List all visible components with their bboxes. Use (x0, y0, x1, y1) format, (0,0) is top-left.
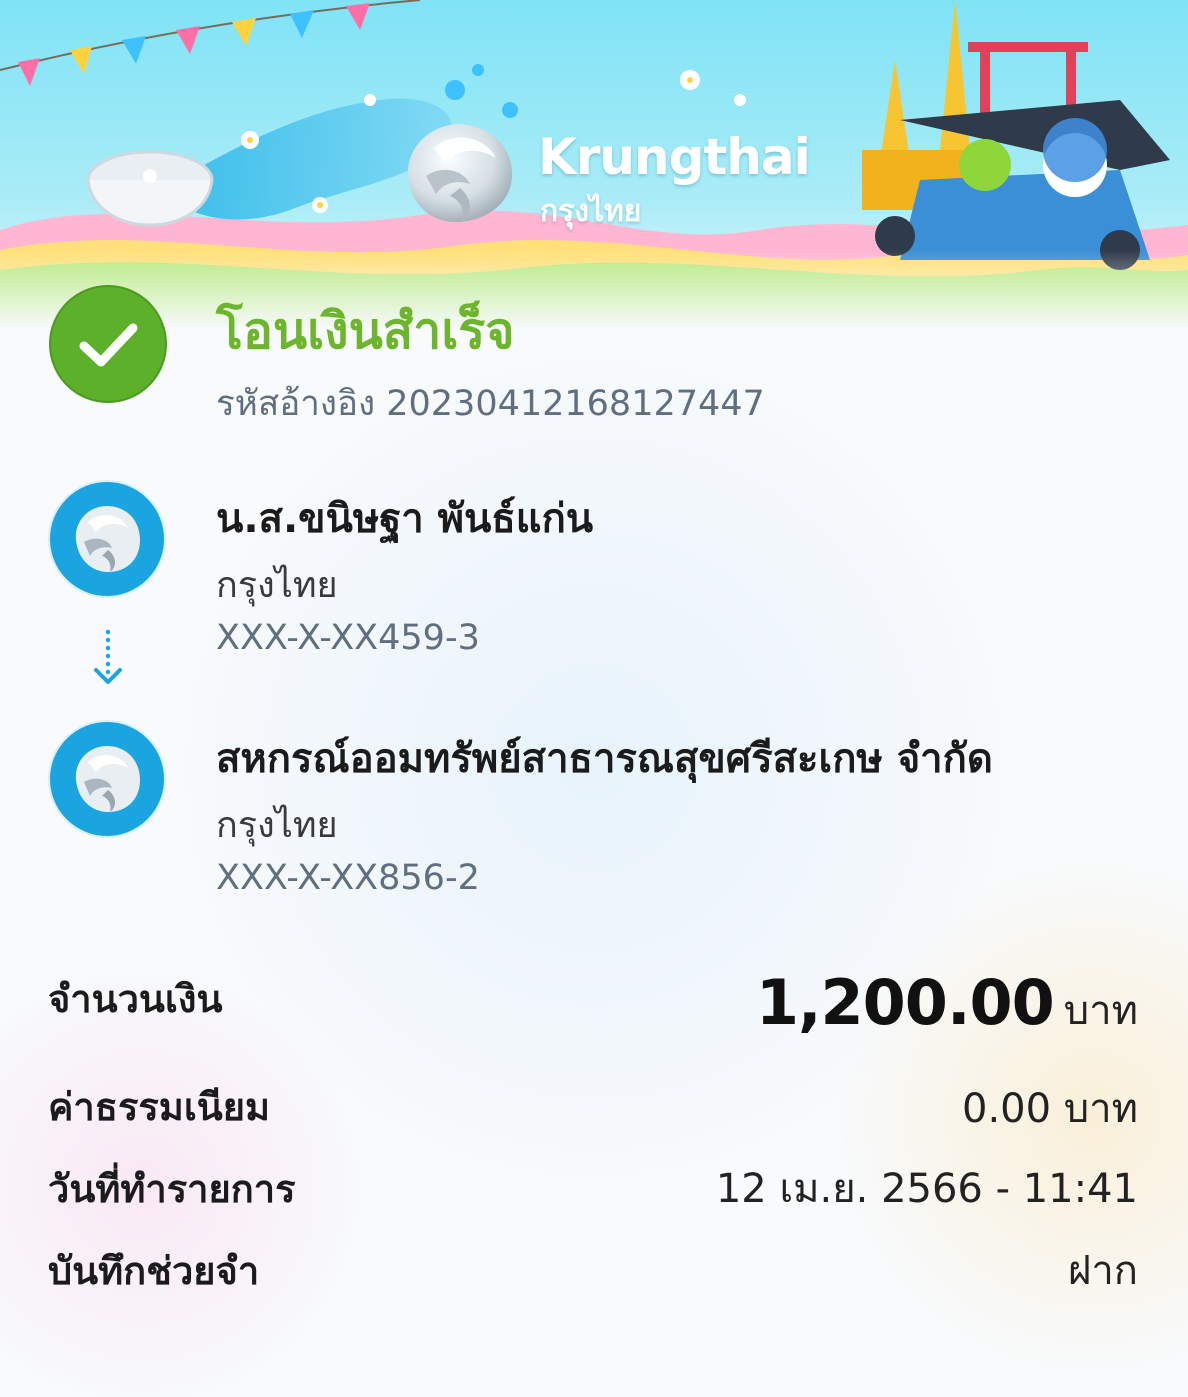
memo-value: ฝาก (1067, 1248, 1138, 1294)
amount-value-group: 1,200.00 บาท (756, 966, 1138, 1042)
songkran-banner: Krungthai กรุงไทย (0, 0, 1188, 330)
transaction-date-value: 12 เม.ย. 2566 - 11:41 (715, 1166, 1138, 1212)
amount-label: จำนวนเงิน (48, 977, 223, 1021)
reference-label: รหัสอ้างอิง (216, 384, 376, 424)
sender-name: น.ส.ขนิษฐา พันธ์แก่น (216, 496, 594, 542)
krungthai-bird-icon (407, 124, 512, 223)
fee-value: 0.00 บาท (962, 1086, 1138, 1132)
receiver-name: สหกรณ์ออมทรัพย์สาธารณสุขศรีสะเกษ จำกัด (216, 736, 993, 782)
reference-code: 2023041216812744​7 (386, 384, 765, 424)
receiver-bank-avatar (48, 720, 166, 838)
amount-value: 1,200.00 (755, 966, 1055, 1039)
amount-unit: บาท (1063, 988, 1138, 1034)
sender-account: XXX-X-XX459-3 (216, 618, 480, 658)
brand-name-en: Krungthai (538, 128, 811, 186)
transaction-date-label: วันที่ทำรายการ (48, 1167, 296, 1211)
transfer-success-title: โอนเงินสำเร็จ (216, 302, 515, 360)
arrow-down-icon (94, 629, 122, 684)
reference-line: รหัสอ้างอิง 2023041216812744​7 (216, 376, 765, 431)
receiver-bank: กรุงไทย (216, 805, 338, 846)
brand-name-th: กรุงไทย (540, 194, 642, 229)
fee-label: ค่าธรรมเนียม (48, 1085, 271, 1129)
receiver-account: XXX-X-XX856-2 (216, 858, 480, 898)
transfer-slip: Krungthai กรุงไทย โอนเงินสำเร็จ รหัสอ้าง… (0, 0, 1188, 1397)
memo-label: บันทึกช่วยจำ (48, 1249, 260, 1293)
sender-bank-avatar (48, 480, 166, 598)
sender-bank: กรุงไทย (216, 565, 338, 606)
check-circle-icon (49, 285, 167, 403)
krungthai-logo: Krungthai กรุงไทย (400, 118, 811, 229)
